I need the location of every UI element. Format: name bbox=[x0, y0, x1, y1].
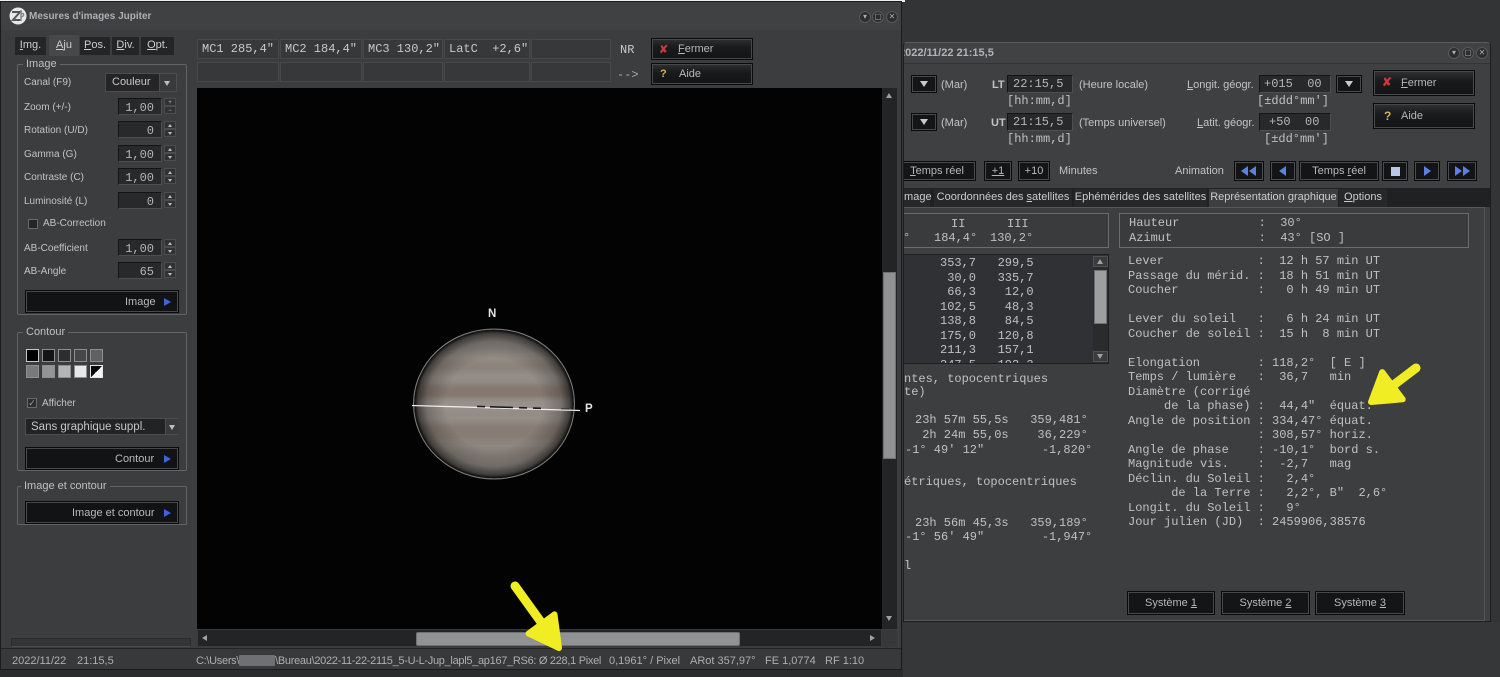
svg-text:P: P bbox=[585, 403, 593, 415]
svg-text:N: N bbox=[488, 308, 496, 320]
